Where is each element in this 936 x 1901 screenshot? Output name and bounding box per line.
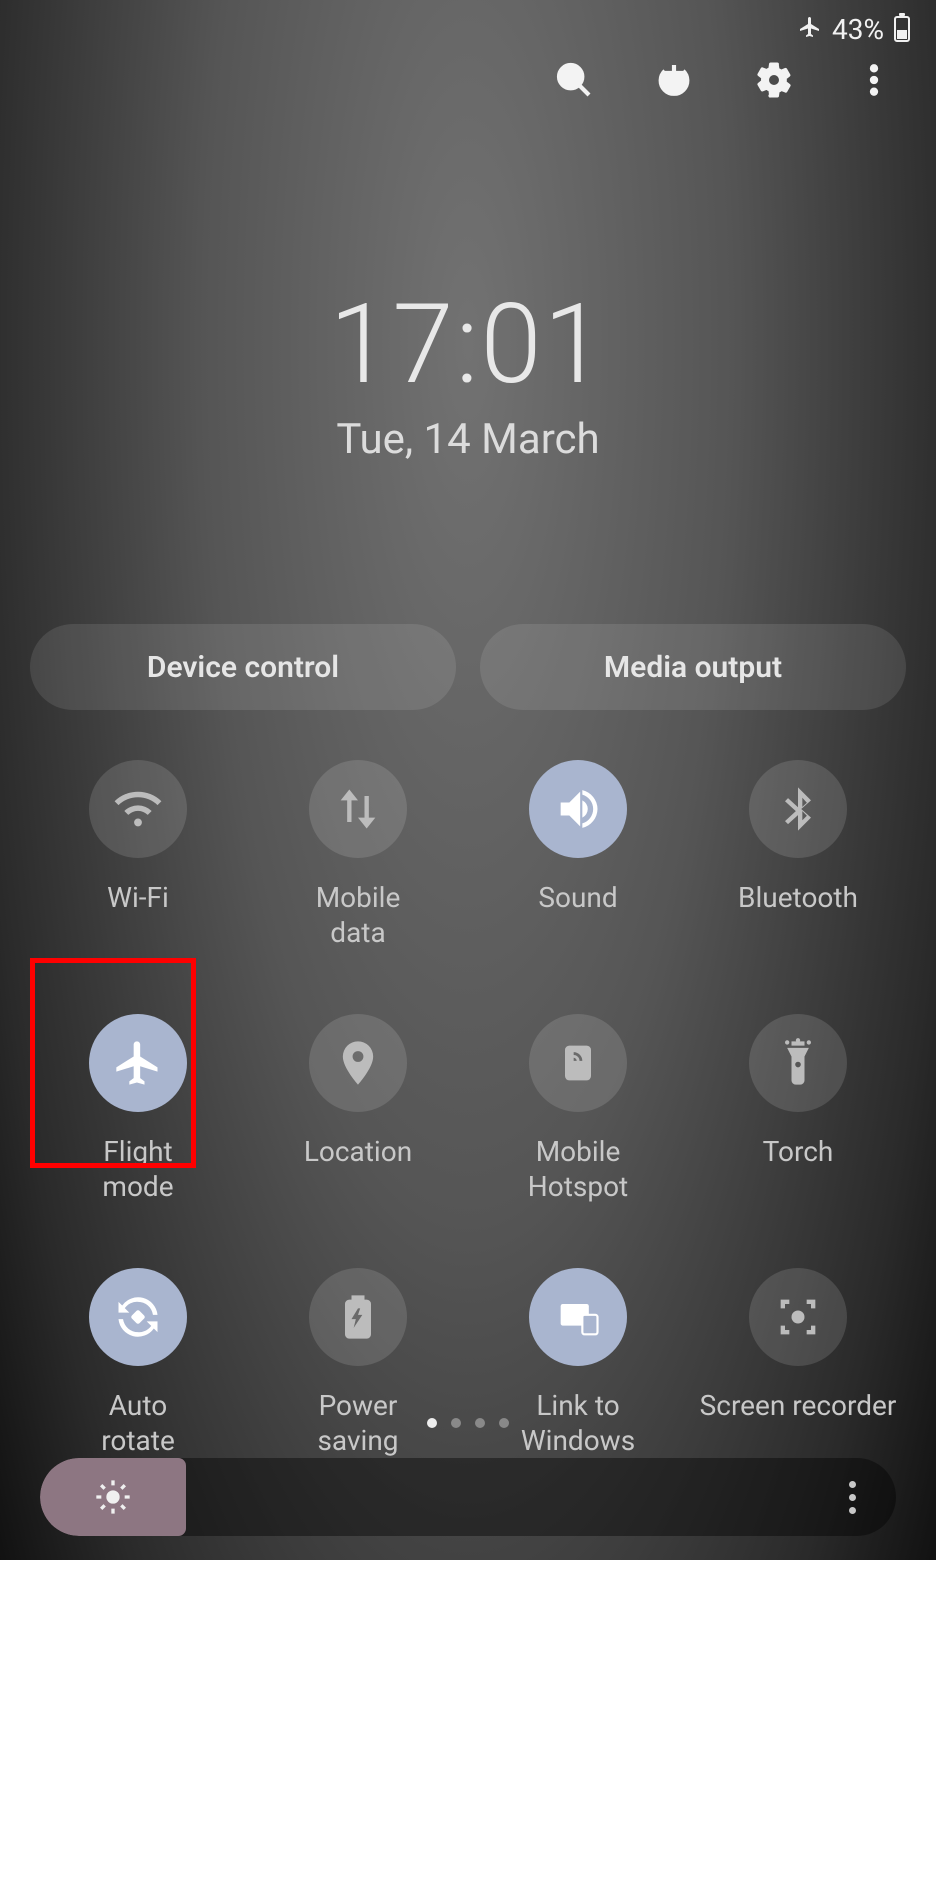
brightness-slider[interactable] <box>40 1458 896 1536</box>
qs-tile-auto-rotate[interactable]: Autorotate <box>28 1264 248 1458</box>
page-dot[interactable] <box>427 1418 437 1428</box>
qs-tile-flight-mode[interactable]: Flightmode <box>28 1010 248 1204</box>
airplane-status-icon <box>798 13 822 46</box>
qs-label: Wi-Fi <box>107 880 169 915</box>
flashlight-icon <box>749 1014 847 1112</box>
qs-label: Bluetooth <box>738 880 858 915</box>
quick-settings-grid: Wi-Fi Mobiledata Sound Bluetooth Flightmode L… <box>28 756 908 1458</box>
media-output-button[interactable]: Media output <box>480 624 906 710</box>
bluetooth-icon <box>749 760 847 858</box>
whitespace <box>0 1560 936 1901</box>
qs-tile-torch[interactable]: Torch <box>688 1010 908 1204</box>
speaker-icon <box>529 760 627 858</box>
sun-icon <box>93 1477 133 1517</box>
battery-icon <box>894 16 910 42</box>
search-icon <box>554 60 594 100</box>
qs-label: MobileHotspot <box>528 1134 628 1204</box>
qs-tile-link-to-windows[interactable]: Link to Windows <box>468 1264 688 1458</box>
airplane-icon <box>89 1014 187 1112</box>
qs-label: Torch <box>763 1134 834 1169</box>
page-dot[interactable] <box>451 1418 461 1428</box>
media-output-label: Media output <box>604 650 782 685</box>
power-button[interactable] <box>652 58 696 102</box>
clock-area: 17:01 Tue, 14 March <box>0 280 936 464</box>
panel-shortcuts: Device control Media output <box>30 624 906 710</box>
qs-tile-wifi[interactable]: Wi-Fi <box>28 756 248 950</box>
hotspot-icon <box>529 1014 627 1112</box>
page-dot[interactable] <box>499 1418 509 1428</box>
battery-saving-icon <box>309 1268 407 1366</box>
brightness-fill <box>40 1458 186 1536</box>
panel-toolbar <box>552 58 896 102</box>
settings-button[interactable] <box>752 58 796 102</box>
qs-label: Location <box>304 1134 412 1169</box>
qs-tile-screen-recorder[interactable]: Screen recorder <box>688 1264 908 1458</box>
device-control-label: Device control <box>147 650 339 685</box>
search-button[interactable] <box>552 58 596 102</box>
more-button[interactable] <box>852 58 896 102</box>
qs-tile-location[interactable]: Location <box>248 1010 468 1204</box>
brightness-more-button[interactable] <box>828 1458 876 1536</box>
clock-time: 17:01 <box>0 280 936 409</box>
rotate-icon <box>89 1268 187 1366</box>
qs-tile-sound[interactable]: Sound <box>468 756 688 950</box>
qs-tile-bluetooth[interactable]: Bluetooth <box>688 756 908 950</box>
gear-icon <box>754 60 794 100</box>
clock-date: Tue, 14 March <box>0 415 936 464</box>
page-indicator[interactable] <box>0 1418 936 1428</box>
more-vertical-icon <box>854 60 894 100</box>
power-icon <box>654 60 694 100</box>
data-arrows-icon <box>309 760 407 858</box>
location-pin-icon <box>309 1014 407 1112</box>
qs-tile-mobile-data[interactable]: Mobiledata <box>248 756 468 950</box>
status-bar: 43% <box>0 0 936 50</box>
wifi-icon <box>89 760 187 858</box>
record-screen-icon <box>749 1268 847 1366</box>
qs-tile-power-saving[interactable]: Powersaving <box>248 1264 468 1458</box>
device-control-button[interactable]: Device control <box>30 624 456 710</box>
battery-percent-label: 43% <box>832 13 884 46</box>
more-vertical-icon <box>849 1481 856 1514</box>
qs-tile-mobile-hotspot[interactable]: MobileHotspot <box>468 1010 688 1204</box>
qs-label: Mobiledata <box>316 880 401 950</box>
page-dot[interactable] <box>475 1418 485 1428</box>
qs-label: Flightmode <box>102 1134 173 1204</box>
windows-link-icon <box>529 1268 627 1366</box>
qs-label: Sound <box>538 880 617 915</box>
